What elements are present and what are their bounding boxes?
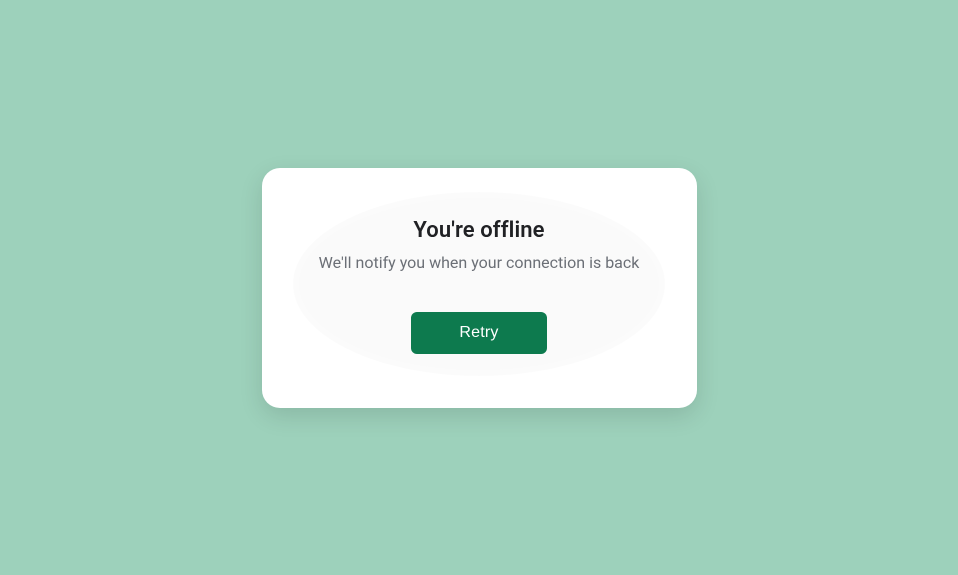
- offline-modal: You're offline We'll notify you when you…: [262, 168, 697, 408]
- modal-content: You're offline We'll notify you when you…: [262, 218, 697, 354]
- offline-title: You're offline: [413, 218, 544, 243]
- retry-button[interactable]: Retry: [411, 312, 546, 354]
- offline-subtitle: We'll notify you when your connection is…: [319, 253, 640, 272]
